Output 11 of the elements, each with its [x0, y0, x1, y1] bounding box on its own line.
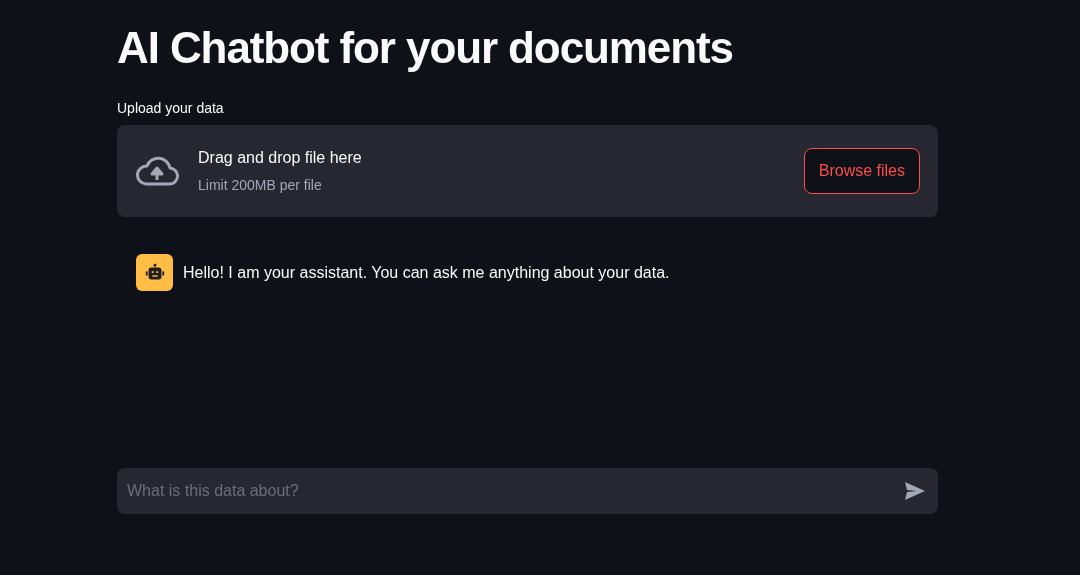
upload-label: Upload your data: [117, 99, 225, 118]
chat-message: Hello! I am your assistant. You can ask me anything about your data.: [183, 262, 670, 283]
cloud-upload-icon: [135, 155, 179, 187]
chat-input[interactable]: What is this data about?: [117, 468, 938, 514]
browse-files-button[interactable]: Browse files: [803, 148, 920, 194]
page-title: AI Chatbot for your documents: [117, 22, 734, 74]
file-size-limit: Limit 200MB per file: [198, 175, 323, 195]
robot-avatar-icon: [136, 254, 173, 291]
dropzone-instruction: Drag and drop file here: [198, 147, 362, 168]
file-dropzone[interactable]: Drag and drop file here Limit 200MB per file Browse files: [117, 125, 938, 217]
send-icon[interactable]: [904, 481, 926, 501]
